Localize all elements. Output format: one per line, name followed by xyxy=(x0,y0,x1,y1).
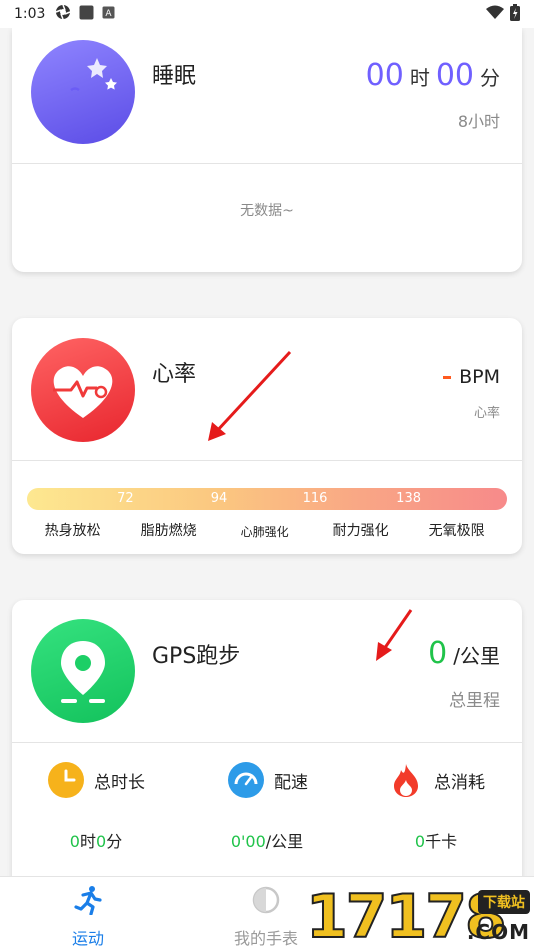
stat-label: 总时长 xyxy=(94,772,145,793)
gps-run-card-header: GPS跑步 0 /公里 总里程 xyxy=(12,600,522,743)
stat-label: 配速 xyxy=(274,772,308,793)
value-number: 0 xyxy=(96,832,107,851)
sleep-card-header: 睡眠 00 时 00 分 8小时 xyxy=(12,28,522,164)
sleep-minute-unit: 分 xyxy=(480,66,500,90)
sleep-card[interactable]: 睡眠 00 时 00 分 8小时 无数据~ xyxy=(12,28,522,272)
sleep-title: 睡眠 xyxy=(152,64,197,89)
heart-rate-card[interactable]: 心率 BPM 心率 72 94 116 138 热身放松 脂肪燃烧 心肺强化 耐… xyxy=(12,318,522,554)
status-bar: 1:03 A xyxy=(0,0,534,28)
zone-label: 热身放松 xyxy=(44,523,101,539)
stat-total-time: 总时长 xyxy=(48,762,145,798)
square-icon xyxy=(79,5,94,24)
heart-rate-label: 心率 xyxy=(473,406,500,421)
distance-value: 0 xyxy=(428,636,448,671)
value-unit: 千卡 xyxy=(425,832,458,851)
zone-label: 无氧极限 xyxy=(428,523,485,539)
svg-text:A: A xyxy=(106,9,113,19)
stat-calories: 总消耗 xyxy=(388,762,485,798)
heart-rate-empty-dash xyxy=(443,375,452,379)
total-time-value: 0时0分 xyxy=(70,828,122,852)
running-icon xyxy=(73,885,103,919)
speedometer-icon xyxy=(228,762,264,798)
nav-label: 我的手表 xyxy=(233,929,298,948)
value-unit: 分 xyxy=(106,832,123,851)
watermark-tag: 下载站 xyxy=(478,890,530,914)
aperture-icon xyxy=(55,4,71,24)
heart-rate-title: 心率 xyxy=(152,362,197,387)
pace-value: 0'00/公里 xyxy=(231,828,303,852)
watermark-domain: .COM xyxy=(466,920,530,944)
zone-label: 耐力强化 xyxy=(332,523,389,539)
value-unit: /公里 xyxy=(265,832,304,851)
sleep-duration: 00 时 00 分 xyxy=(366,58,500,93)
location-pin-icon xyxy=(31,619,135,723)
calories-value: 0千卡 xyxy=(415,828,457,852)
value-number: 0 xyxy=(414,832,426,851)
zone-label: 心肺强化 xyxy=(240,525,289,539)
a-box-icon: A xyxy=(102,6,115,23)
bpm-unit: BPM xyxy=(459,366,500,388)
nav-item-sport[interactable]: 运动 xyxy=(28,885,148,949)
status-time: 1:03 xyxy=(14,6,46,22)
heart-pulse-icon xyxy=(31,338,135,442)
sleep-goal: 8小时 xyxy=(457,112,500,131)
zone-threshold: 72 xyxy=(117,491,134,506)
zone-threshold: 94 xyxy=(210,491,228,506)
zone-label: 脂肪燃烧 xyxy=(140,523,197,539)
sleep-minutes: 00 xyxy=(435,58,474,93)
distance-label: 总里程 xyxy=(449,691,500,711)
moon-stars-icon xyxy=(31,40,135,144)
zone-threshold: 138 xyxy=(396,491,422,506)
value-unit: 时 xyxy=(79,832,96,851)
nav-label: 运动 xyxy=(71,929,104,948)
zone-threshold: 116 xyxy=(302,491,328,506)
value-number: 0'00 xyxy=(230,832,266,851)
flame-icon xyxy=(388,762,424,798)
wifi-icon xyxy=(486,5,504,23)
site-watermark: 17178 下载站 .COM xyxy=(305,881,534,950)
clock-icon xyxy=(48,762,84,798)
total-distance: 0 /公里 xyxy=(428,636,500,671)
gps-run-card[interactable]: GPS跑步 0 /公里 总里程 总时长 配速 总消耗 0时0分 0'00/公里 … xyxy=(12,600,522,900)
heart-rate-zone-bar: 72 94 116 138 xyxy=(27,488,507,510)
sleep-hour-unit: 时 xyxy=(409,66,430,90)
gps-run-title: GPS跑步 xyxy=(152,644,241,669)
stat-pace: 配速 xyxy=(228,762,308,798)
value-number: 0 xyxy=(69,832,80,851)
heart-rate-card-header: 心率 BPM 心率 xyxy=(12,318,522,461)
battery-icon xyxy=(510,3,520,25)
watch-icon xyxy=(251,885,281,919)
heart-rate-zones: 热身放松 脂肪燃烧 心肺强化 耐力强化 无氧极限 xyxy=(27,520,507,540)
sleep-empty-text: 无数据~ xyxy=(240,203,294,219)
sleep-hours: 00 xyxy=(365,58,404,93)
heart-rate-value: BPM xyxy=(443,366,500,388)
distance-unit: /公里 xyxy=(453,644,500,668)
stat-label: 总消耗 xyxy=(434,772,485,793)
